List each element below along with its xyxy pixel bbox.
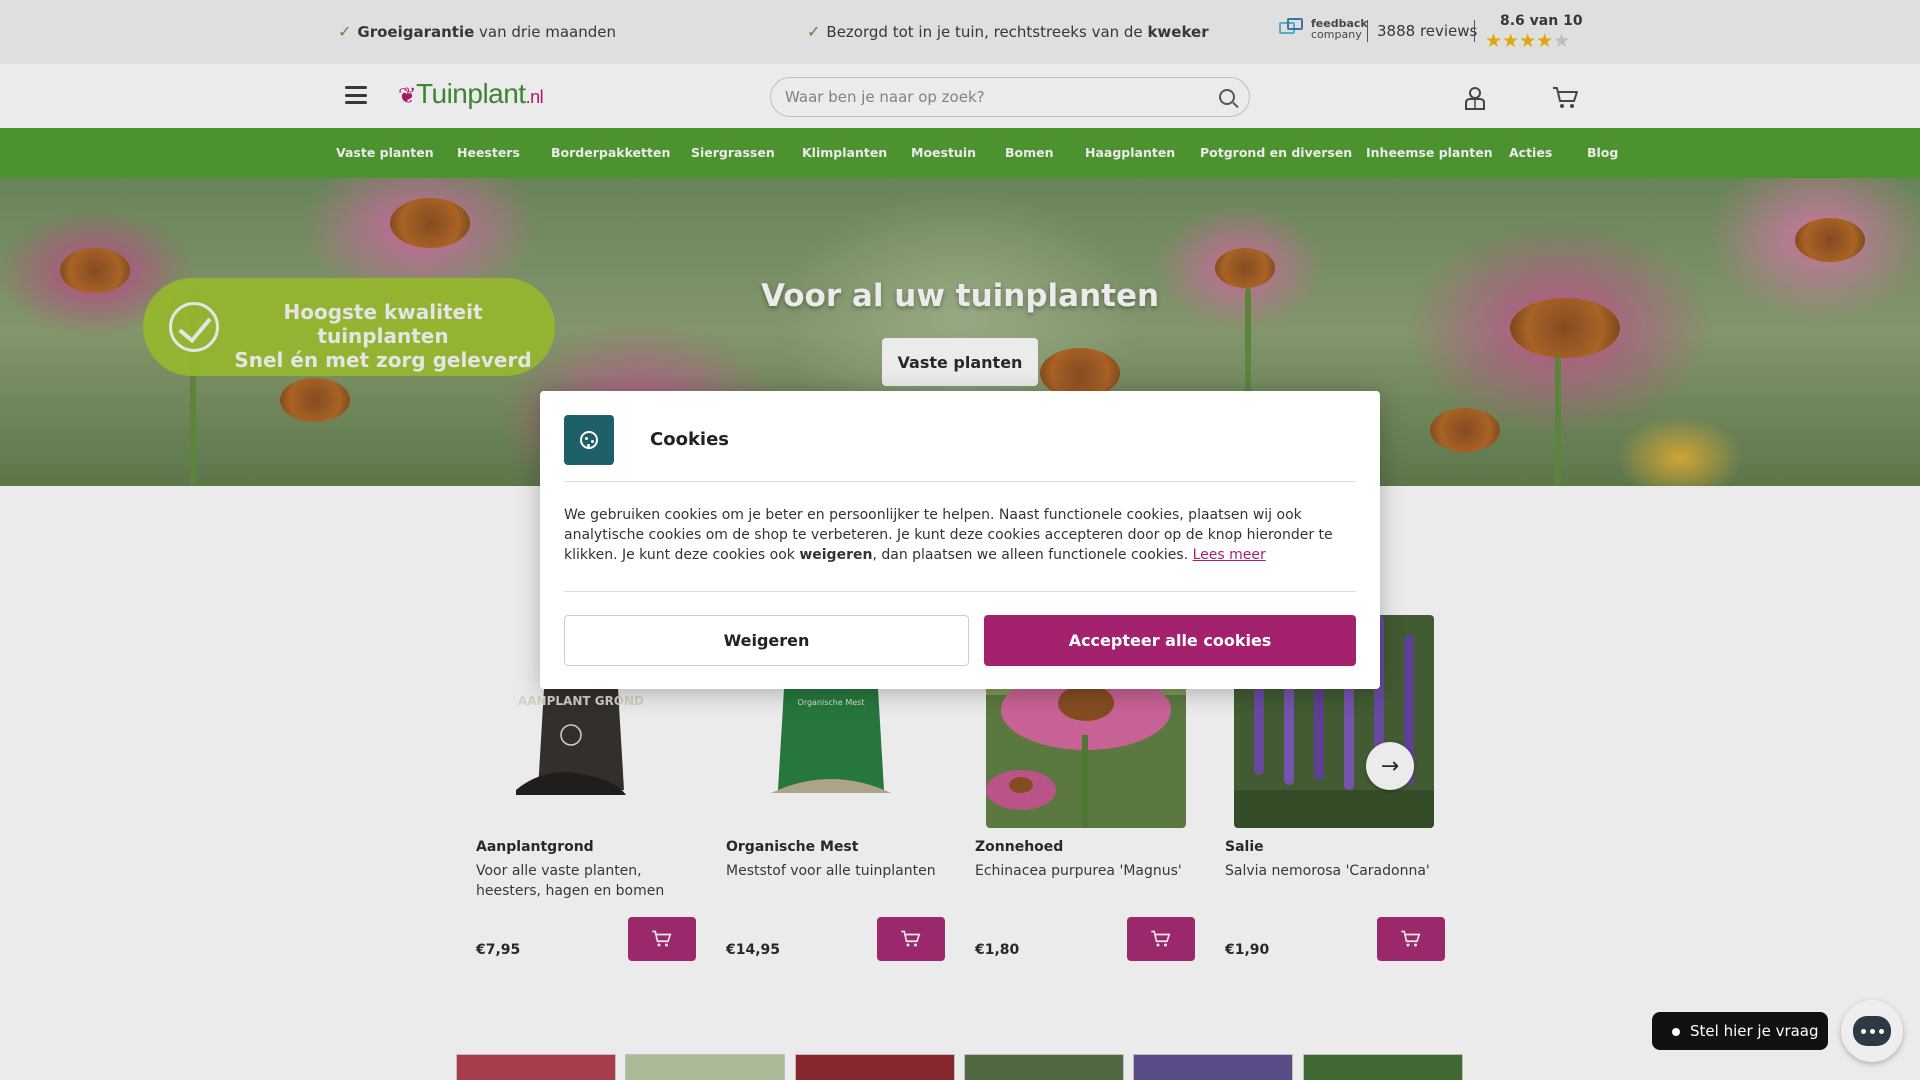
cookie-text-part2: , dan plaatsen we alleen functionele coo… [872, 547, 1193, 563]
divider [564, 481, 1356, 482]
read-more-link[interactable]: Lees meer [1193, 547, 1266, 563]
chat-launcher-button[interactable] [1841, 1000, 1903, 1062]
refuse-cookies-button[interactable]: Weigeren [564, 615, 969, 666]
cookie-icon [564, 415, 614, 465]
cookie-dialog: Cookies We gebruiken cookies om je beter… [540, 391, 1380, 689]
divider [564, 591, 1356, 592]
chat-prompt-button[interactable]: Stel hier je vraag [1652, 1012, 1828, 1050]
chat-prompt-label: Stel hier je vraag [1690, 1022, 1819, 1040]
status-dot-icon [1672, 1028, 1680, 1036]
cookie-dialog-text: We gebruiken cookies om je beter en pers… [564, 505, 1356, 565]
cookie-text-bold: weigeren [799, 547, 873, 563]
chat-bubble-icon [1853, 1016, 1891, 1046]
accept-cookies-button[interactable]: Accepteer alle cookies [984, 615, 1356, 666]
cookie-dialog-title: Cookies [650, 429, 730, 450]
